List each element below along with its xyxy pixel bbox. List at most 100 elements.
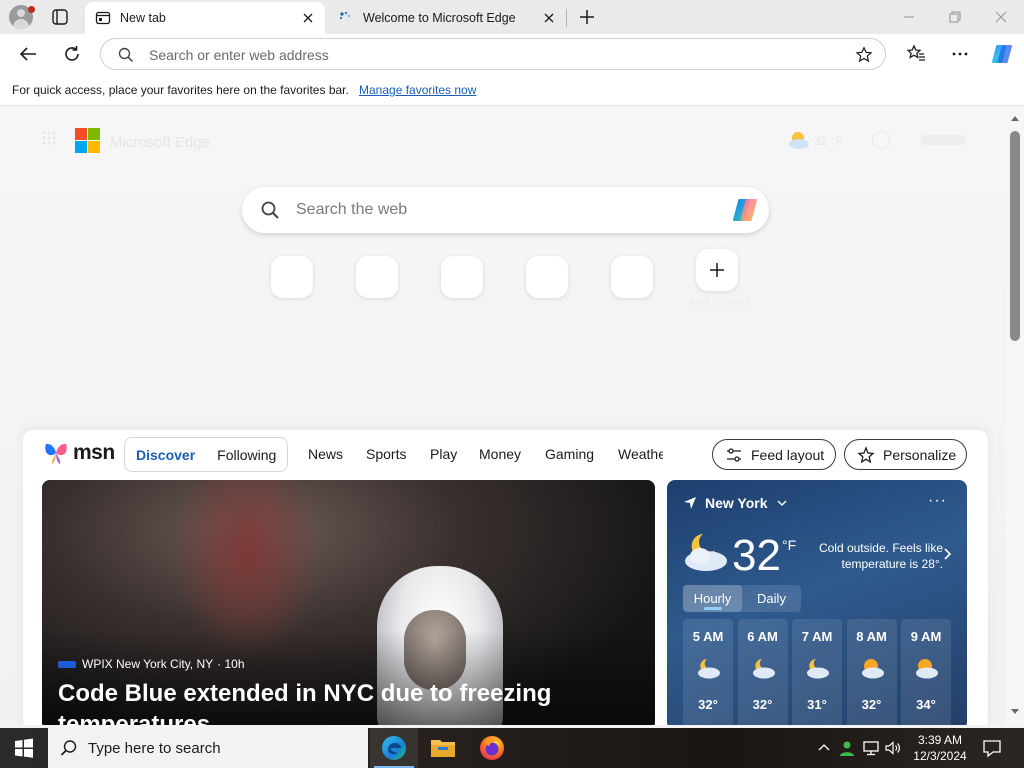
location-arrow-icon	[684, 497, 696, 509]
address-bar[interactable]	[100, 38, 886, 70]
tab-new-tab[interactable]: New tab	[85, 2, 325, 34]
copilot-search-icon[interactable]	[729, 194, 761, 226]
minimize-icon[interactable]	[900, 8, 918, 26]
temperature-unit: °F	[782, 537, 797, 553]
plus-icon	[710, 263, 724, 277]
tab-actions-icon	[52, 9, 68, 25]
profile-notification-dot	[28, 6, 35, 13]
article-age: · 10h	[217, 657, 245, 671]
weather-card[interactable]: New York ··· 32 °F Cold outside. Feels l…	[667, 480, 967, 725]
new-tab-plus-icon[interactable]	[576, 6, 598, 28]
settings-gear-icon[interactable]	[872, 131, 890, 149]
taskbar-search-input[interactable]	[88, 738, 358, 758]
close-tab-icon[interactable]	[299, 9, 317, 27]
msn-feed: msn Discover Following News Sports Play …	[23, 430, 988, 725]
feed-layout-button[interactable]: Feed layout	[712, 439, 836, 470]
partly-sunny-icon	[861, 659, 884, 679]
quick-link-tile[interactable]	[526, 256, 568, 298]
apps-launcher-icon[interactable]	[42, 131, 56, 145]
article-source-name: WPIX New York City, NY	[82, 657, 214, 671]
favorites-icon[interactable]	[905, 43, 927, 65]
taskbar-search-box[interactable]	[48, 728, 368, 768]
weather-more-button[interactable]: ···	[928, 492, 947, 510]
clock-date: 12/3/2024	[913, 749, 967, 763]
chevron-right-icon[interactable]	[943, 547, 953, 561]
copilot-icon[interactable]	[990, 42, 1014, 66]
hourly-forecast: 5 AM 32° 6 AM 32° 7 AM 31° 8 AM 32° 9 AM…	[683, 619, 956, 725]
windows-logo-icon	[15, 738, 33, 758]
quick-link-tile[interactable]	[356, 256, 398, 298]
scroll-up-arrow-icon[interactable]	[1011, 115, 1019, 123]
add-shortcut-button[interactable]	[696, 249, 738, 291]
favorite-star-icon[interactable]	[855, 46, 873, 64]
weather-location-name: New York	[705, 495, 768, 511]
quick-link-tile[interactable]	[271, 256, 313, 298]
scroll-down-arrow-icon[interactable]	[1011, 707, 1019, 715]
sliders-icon	[727, 447, 741, 462]
taskbar-clock[interactable]: 3:39 AM 12/3/2024	[908, 732, 972, 764]
tab-separator	[566, 9, 567, 27]
tab-strip: New tab Welcome to Microsoft Edge	[0, 0, 1024, 34]
personalize-label: Personalize	[883, 446, 957, 463]
favorites-bar: For quick access, place your favorites h…	[0, 74, 1024, 106]
quick-link-tile[interactable]	[441, 256, 483, 298]
notification-center-icon[interactable]	[982, 738, 1002, 758]
msn-logo[interactable]: msn	[43, 440, 115, 466]
hero-article-card[interactable]: WPIX New York City, NY · 10h Code Blue e…	[42, 480, 655, 725]
search-icon	[60, 740, 77, 756]
feed-nav-gaming[interactable]: Gaming	[545, 446, 594, 462]
people-icon[interactable]	[838, 739, 856, 757]
hourly-forecast-item[interactable]: 6 AM 32°	[737, 619, 788, 725]
tab-following[interactable]: Following	[206, 447, 287, 463]
brand-text: Microsoft Edge	[110, 134, 211, 151]
hourly-forecast-item[interactable]: 5 AM 32°	[683, 619, 733, 725]
tab-discover[interactable]: Discover	[125, 447, 206, 463]
feed-nav-sports[interactable]: Sports	[366, 446, 406, 462]
more-options-icon[interactable]	[949, 43, 971, 65]
tab-actions-button[interactable]	[50, 7, 70, 27]
partly-cloudy-night-icon	[698, 659, 720, 679]
feed-nav-news[interactable]: News	[308, 446, 343, 462]
taskbar-file-explorer-button[interactable]	[419, 728, 467, 768]
quick-link-tile[interactable]	[611, 256, 653, 298]
feed-nav-play[interactable]: Play	[430, 446, 457, 462]
weather-partly-cloudy-icon[interactable]	[785, 128, 811, 152]
manage-favorites-link[interactable]: Manage favorites now	[359, 83, 476, 97]
feed-nav-weather[interactable]: Weathe	[618, 446, 663, 462]
tab-daily[interactable]: Daily	[742, 585, 801, 612]
web-search-box[interactable]	[242, 187, 769, 233]
chevron-up-icon[interactable]	[815, 739, 833, 757]
taskbar-firefox-button[interactable]	[468, 728, 516, 768]
clock-time: 3:39 AM	[917, 733, 963, 747]
hourly-forecast-item[interactable]: 8 AM 32°	[846, 619, 897, 725]
start-button[interactable]	[0, 728, 48, 768]
sign-in-button[interactable]	[920, 135, 966, 145]
page-scrollbar[interactable]	[1006, 107, 1024, 725]
refresh-icon[interactable]	[61, 43, 83, 65]
taskbar-edge-button[interactable]	[370, 728, 418, 768]
tab-welcome[interactable]: Welcome to Microsoft Edge	[328, 2, 566, 34]
feed-nav-money[interactable]: Money	[479, 446, 521, 462]
back-arrow-icon[interactable]	[17, 43, 39, 65]
hourly-forecast-item[interactable]: 7 AM 31°	[792, 619, 842, 725]
new-tab-page: Microsoft Edge 32 °F Add shortcut	[0, 107, 1006, 725]
personalize-button[interactable]: Personalize	[844, 439, 967, 470]
microsoft-logo-icon	[75, 128, 101, 154]
edge-icon	[382, 736, 406, 760]
address-input[interactable]	[149, 45, 829, 65]
scrollbar-thumb[interactable]	[1010, 131, 1020, 341]
browser-toolbar	[0, 34, 1024, 74]
ntp-weather-text[interactable]: 32 °F	[814, 134, 843, 148]
close-window-icon[interactable]	[992, 8, 1010, 26]
tab-hourly[interactable]: Hourly	[683, 585, 742, 612]
web-search-input[interactable]	[296, 199, 716, 221]
article-headline[interactable]: Code Blue extended in NYC due to freezin…	[58, 678, 618, 725]
partly-cloudy-night-icon	[752, 659, 775, 679]
close-tab-icon[interactable]	[540, 9, 558, 27]
network-icon[interactable]	[862, 739, 880, 757]
weather-location[interactable]: New York	[683, 495, 788, 511]
restore-icon[interactable]	[946, 8, 964, 26]
windows-taskbar: 3:39 AM 12/3/2024	[0, 728, 1024, 768]
speaker-icon[interactable]	[884, 739, 902, 757]
hourly-forecast-item[interactable]: 9 AM 34°	[901, 619, 951, 725]
